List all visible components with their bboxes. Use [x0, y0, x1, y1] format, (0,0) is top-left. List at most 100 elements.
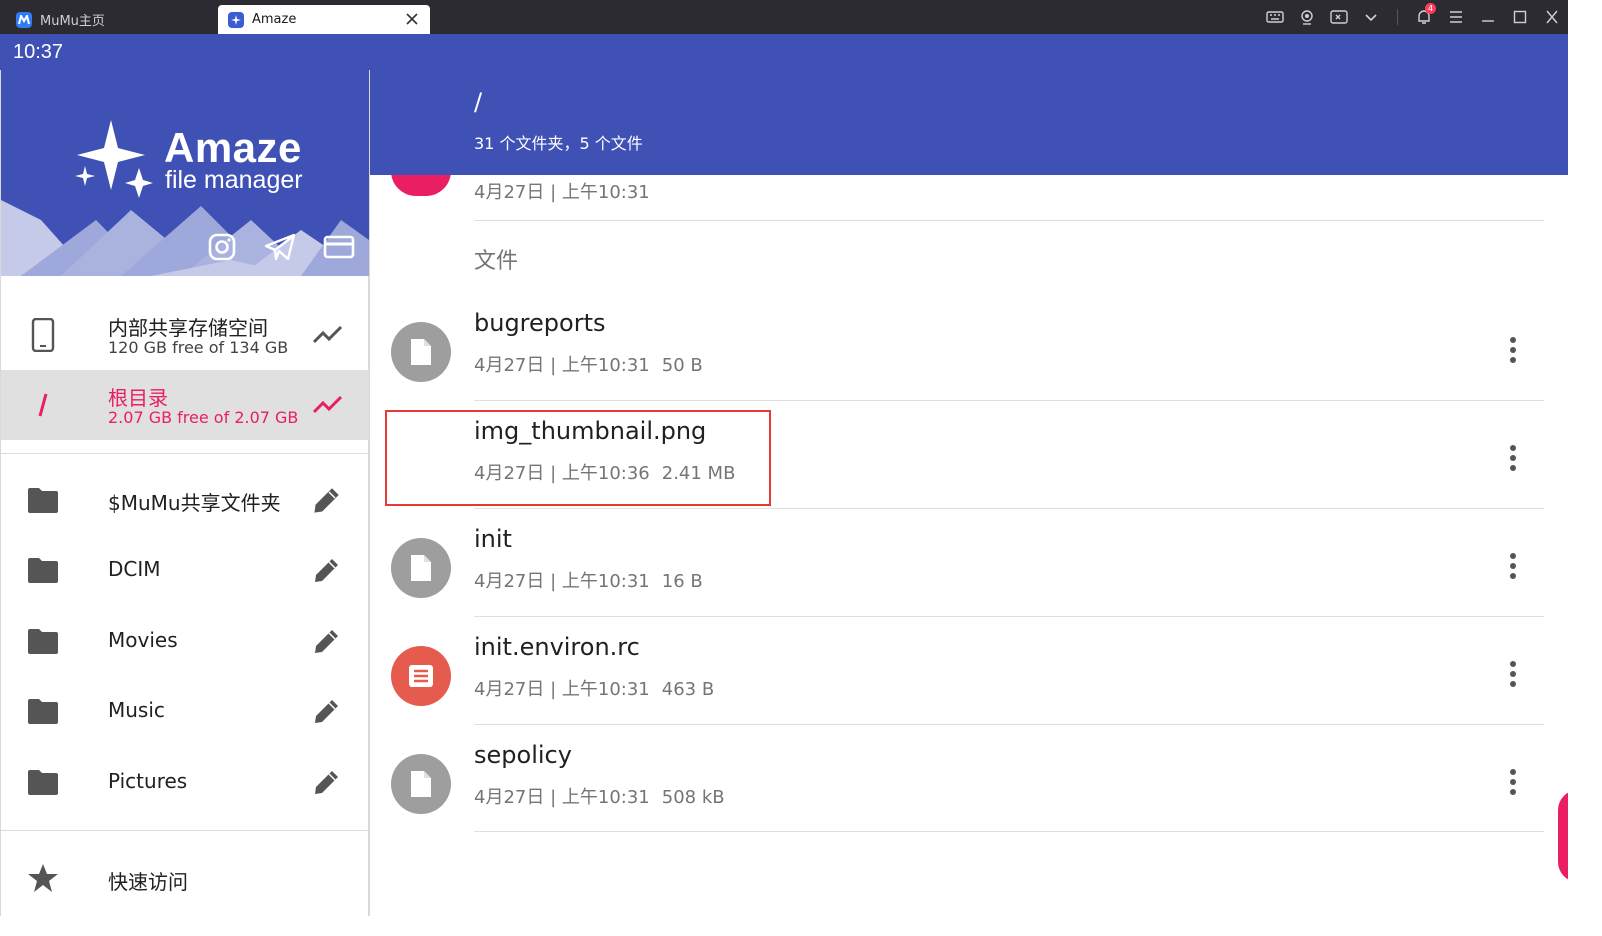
folder-label: Movies [108, 628, 178, 652]
file-size: 463 B [661, 679, 715, 700]
quick-access-item[interactable]: 快速访问 [1, 842, 369, 916]
brand-name: Amaze [164, 124, 302, 171]
file-size: 50 B [661, 355, 703, 376]
brand-subtitle: file manager [165, 166, 303, 194]
file-date: 4月27日 | 上午10:31 [474, 571, 650, 592]
file-icon [391, 538, 451, 598]
trending-icon[interactable] [311, 320, 345, 350]
file-size: 16 B [661, 571, 703, 592]
file-meta: 4月27日 | 上午10:31 508 kB [474, 783, 725, 809]
edit-pencil-icon[interactable] [311, 695, 343, 727]
root-slash-icon [27, 386, 59, 424]
folder-label: Pictures [108, 769, 188, 793]
storage-subtitle: 120 GB free of 134 GB [108, 338, 289, 357]
tab-mumu-home[interactable]: MuMu主页 [8, 5, 208, 34]
folder-item-mumu-shared[interactable]: $MuMu共享文件夹 [1, 466, 369, 536]
quick-access-label: 快速访问 [108, 870, 188, 894]
file-icon [391, 322, 451, 382]
folder-icon [28, 699, 58, 724]
maximize-icon[interactable] [1504, 0, 1536, 34]
navigation-drawer: Amaze file manager 内部共享存储空间 120 GB free … [0, 70, 370, 916]
folder-icon [28, 770, 58, 795]
minimize-icon[interactable] [1472, 0, 1504, 34]
tab-label: MuMu主页 [40, 14, 105, 29]
folder-item-dcim[interactable]: DCIM [1, 536, 369, 606]
close-icon[interactable] [1536, 0, 1568, 34]
emulator-window: MuMu主页 Amaze 4 10:37 Amaze file manager … [0, 0, 1568, 916]
folder-item-movies[interactable]: Movies [1, 607, 369, 677]
file-icon [391, 754, 451, 814]
text-file-icon [391, 646, 451, 706]
edit-pencil-icon[interactable] [311, 766, 343, 798]
file-meta: 4月27日 | 上午10:31 16 B [474, 567, 703, 593]
mumu-logo-icon [16, 11, 32, 28]
storage-subtitle: 2.07 GB free of 2.07 GB [108, 408, 299, 427]
file-date: 4月27日 | 上午10:31 [474, 355, 650, 376]
file-date: 4月27日 | 上午10:31 [474, 787, 650, 808]
menu-icon[interactable] [1440, 0, 1472, 34]
storage-root[interactable]: 根目录 2.07 GB free of 2.07 GB [1, 370, 369, 440]
more-vert-icon[interactable] [1498, 549, 1528, 583]
emulator-titlebar: MuMu主页 Amaze 4 [0, 0, 1568, 34]
tab-amaze[interactable]: Amaze [218, 5, 430, 34]
titlebar-controls: 4 [1259, 0, 1568, 34]
instagram-icon[interactable] [205, 230, 239, 264]
star-icon [28, 864, 58, 892]
more-vert-icon[interactable] [1498, 765, 1528, 799]
item-date: 4月27日 | 上午10:31 [474, 182, 650, 203]
folder-icon [28, 488, 58, 513]
file-name: init.environ.rc [474, 633, 640, 661]
file-row-bugreports[interactable]: bugreports 4月27日 | 上午10:31 50 B [370, 293, 1568, 401]
amaze-star-logo-icon [75, 120, 153, 198]
folder-item-pictures[interactable]: Pictures [1, 748, 369, 818]
file-row-img-thumbnail[interactable]: img_thumbnail.png 4月27日 | 上午10:36 2.41 MB [370, 401, 1568, 509]
file-meta: 4月27日 | 上午10:31 50 B [474, 351, 703, 377]
file-name: img_thumbnail.png [474, 417, 707, 445]
more-vert-icon[interactable] [1498, 441, 1528, 475]
telegram-icon[interactable] [263, 230, 297, 264]
file-meta: 4月27日 | 上午10:31 463 B [474, 675, 714, 701]
file-row-sepolicy[interactable]: sepolicy 4月27日 | 上午10:31 508 kB [370, 725, 1568, 833]
file-row-init-environ-rc[interactable]: init.environ.rc 4月27日 | 上午10:31 463 B [370, 617, 1568, 725]
more-vert-icon[interactable] [1498, 657, 1528, 691]
edit-pencil-icon[interactable] [311, 625, 343, 657]
android-status-bar: 10:37 [0, 34, 1568, 70]
bell-icon[interactable]: 4 [1408, 0, 1440, 34]
camera-icon[interactable] [1291, 0, 1323, 34]
more-vert-icon[interactable] [1498, 333, 1528, 367]
file-size: 508 kB [661, 787, 725, 808]
tab-close-icon[interactable] [402, 9, 422, 29]
folder-label: $MuMu共享文件夹 [108, 491, 281, 515]
file-size: 2.41 MB [661, 463, 736, 484]
floating-action-button[interactable] [1558, 790, 1568, 882]
file-name: bugreports [474, 309, 606, 337]
file-meta: 4月27日 | 上午10:36 2.41 MB [474, 459, 735, 485]
chevron-down-icon[interactable] [1355, 0, 1387, 34]
drawer-divider [1, 453, 369, 454]
amaze-app-icon [228, 11, 244, 28]
storage-title: 根目录 [108, 386, 168, 410]
folder-item-music[interactable]: Music [1, 677, 369, 747]
edit-pencil-icon[interactable] [311, 554, 343, 586]
status-time: 10:37 [13, 41, 64, 63]
current-path: / [474, 88, 483, 116]
folder-icon [28, 629, 58, 654]
file-row-init[interactable]: init 4月27日 | 上午10:31 16 B [370, 509, 1568, 617]
trending-icon[interactable] [311, 390, 345, 420]
tab-label: Amaze [252, 12, 297, 27]
notification-badge: 4 [1425, 3, 1436, 14]
card-icon[interactable] [322, 230, 356, 264]
keyboard-icon[interactable] [1259, 0, 1291, 34]
files-section-label: 文件 [474, 249, 519, 274]
storage-internal[interactable]: 内部共享存储空间 120 GB free of 134 GB [1, 300, 369, 370]
file-name: sepolicy [474, 741, 572, 769]
screen-record-icon[interactable] [1323, 0, 1355, 34]
file-name: init [474, 525, 512, 553]
row-divider [474, 220, 1544, 221]
drawer-header: Amaze file manager [1, 70, 369, 276]
file-date: 4月27日 | 上午10:36 [474, 463, 650, 484]
edit-pencil-icon[interactable] [311, 484, 343, 516]
folder-summary: 31 个文件夹，5 个文件 [474, 134, 643, 153]
folder-icon [28, 558, 58, 583]
storage-title: 内部共享存储空间 [108, 316, 268, 340]
